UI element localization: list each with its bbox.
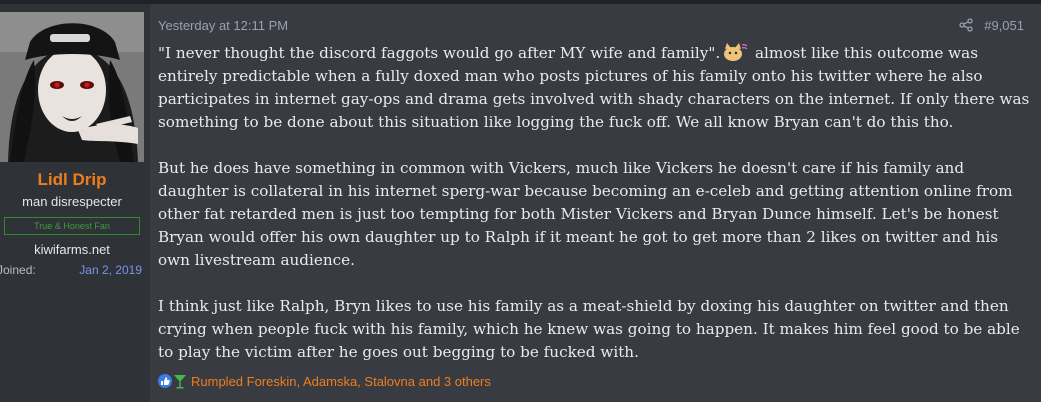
drink-reaction-icon	[174, 375, 186, 389]
user-banner: True & Honest Fan	[4, 217, 140, 235]
username[interactable]: Lidl Drip	[0, 170, 144, 190]
joined-value: Jan 2, 2019	[79, 263, 142, 277]
joined-label: Joined:	[0, 263, 36, 277]
quote-text: "I never thought the discord faggots wou…	[158, 44, 721, 62]
user-info-panel: Lidl Drip man disrespecter True & Honest…	[0, 4, 150, 402]
share-icon[interactable]	[959, 18, 973, 32]
forum-post: Lidl Drip man disrespecter True & Honest…	[0, 4, 1041, 402]
post-paragraph-2: But he does have something in common wit…	[158, 159, 1013, 269]
post-paragraph-1: "I never thought the discord faggots wou…	[158, 42, 1033, 134]
reactions-users-link[interactable]: Rumpled Foreskin, Adamska, Stalovna and …	[191, 374, 491, 389]
reactions-bar[interactable]: Rumpled Foreskin, Adamska, Stalovna and …	[158, 373, 491, 389]
post-paragraph-3: I think just like Ralph, Bryn likes to u…	[158, 297, 1020, 361]
user-site: kiwifarms.net	[34, 242, 110, 257]
post-main: Yesterday at 12:11 PM #9,051 "I never th…	[150, 4, 1041, 402]
kitty-emoji-icon	[724, 43, 748, 61]
post-number[interactable]: #9,051	[984, 18, 1024, 33]
like-reaction-icon	[158, 374, 172, 388]
post-timestamp[interactable]: Yesterday at 12:11 PM	[158, 18, 288, 33]
avatar-image	[0, 12, 144, 162]
post-body: "I never thought the discord faggots wou…	[158, 42, 1033, 387]
user-avatar[interactable]	[0, 12, 144, 162]
user-title: man disrespecter	[22, 194, 122, 209]
